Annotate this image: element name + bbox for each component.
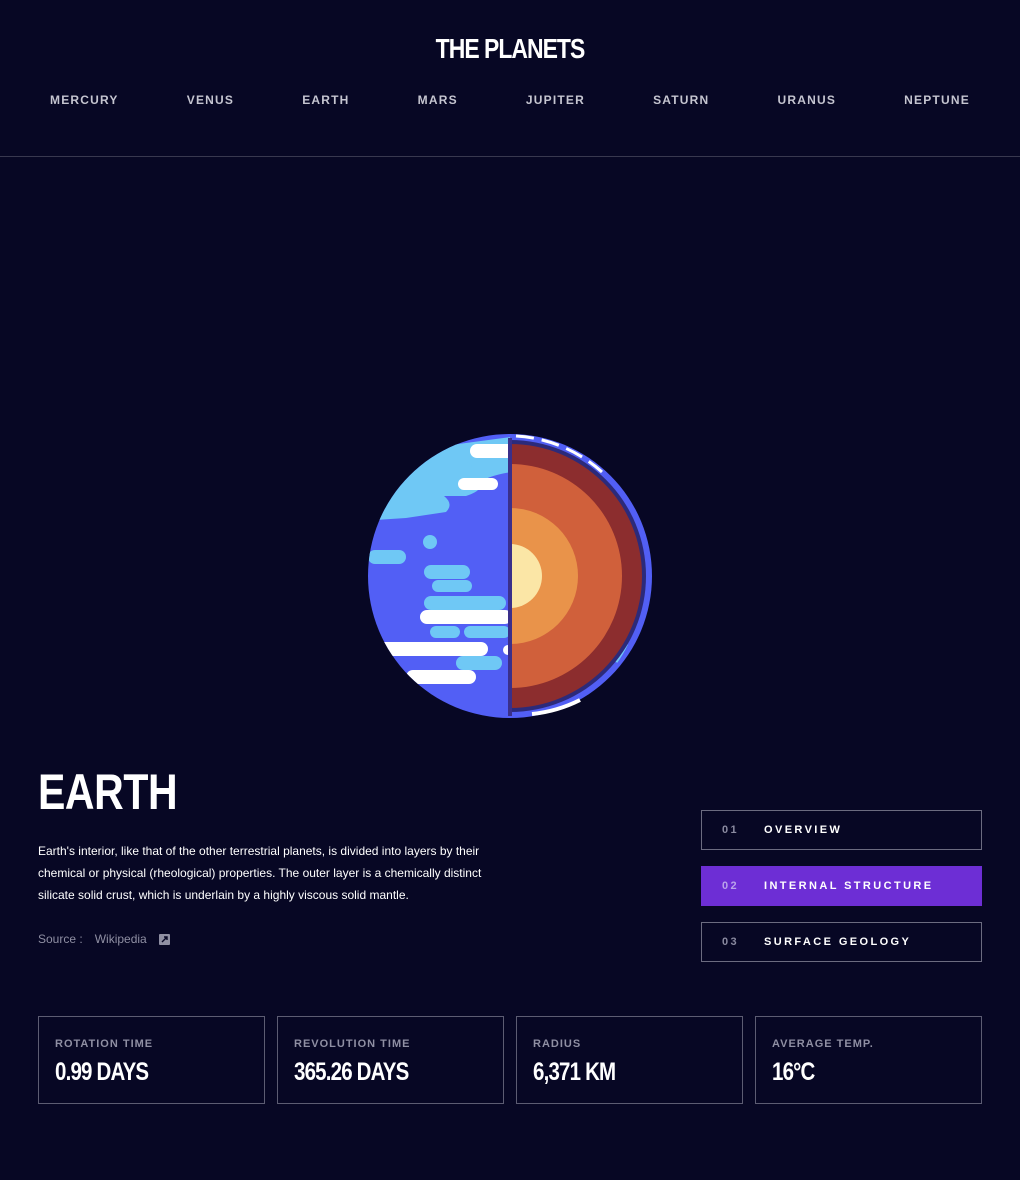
tab-label: SURFACE GEOLOGY <box>764 936 912 948</box>
source-label: Source : <box>38 932 83 946</box>
stat-value: 365.26 DAYS <box>294 1058 409 1086</box>
tab-overview[interactable]: 01 OVERVIEW <box>701 810 982 850</box>
source-line: Source : Wikipedia <box>38 932 488 946</box>
stat-rotation-time: ROTATION TIME 0.99 DAYS <box>38 1016 265 1104</box>
stat-radius: RADIUS 6,371 KM <box>516 1016 743 1104</box>
nav-uranus[interactable]: URANUS <box>778 92 837 108</box>
stat-average-temp: AVERAGE TEMP. 16°C <box>755 1016 982 1104</box>
planet-stats: ROTATION TIME 0.99 DAYS REVOLUTION TIME … <box>38 1016 982 1104</box>
planet-description: Earth's interior, like that of the other… <box>38 844 482 902</box>
planet-nav: MERCURY VENUS EARTH MARS JUPITER SATURN … <box>0 92 1020 108</box>
tab-label: INTERNAL STRUCTURE <box>764 880 934 892</box>
nav-venus[interactable]: VENUS <box>187 92 234 108</box>
planet-internal-structure-illustration <box>366 432 654 720</box>
stat-value: 0.99 DAYS <box>55 1058 149 1086</box>
stat-label: RADIUS <box>533 1038 582 1050</box>
nav-neptune[interactable]: NEPTUNE <box>904 92 970 108</box>
stat-value: 6,371 KM <box>533 1058 616 1086</box>
source-link[interactable]: Wikipedia <box>95 932 147 946</box>
planet-info: EARTH Earth's interior, like that of the… <box>38 762 488 946</box>
stat-label: ROTATION TIME <box>55 1038 154 1050</box>
stat-label: REVOLUTION TIME <box>294 1038 411 1050</box>
nav-jupiter[interactable]: JUPITER <box>526 92 585 108</box>
tab-number: 01 <box>722 824 740 836</box>
nav-mercury[interactable]: MERCURY <box>50 92 119 108</box>
nav-earth[interactable]: EARTH <box>302 92 349 108</box>
tab-internal-structure[interactable]: 02 INTERNAL STRUCTURE <box>701 866 982 906</box>
stat-label: AVERAGE TEMP. <box>772 1038 874 1050</box>
tab-number: 03 <box>722 936 740 948</box>
view-tabs: 01 OVERVIEW 02 INTERNAL STRUCTURE 03 SUR… <box>701 810 982 978</box>
stat-revolution-time: REVOLUTION TIME 365.26 DAYS <box>277 1016 504 1104</box>
tab-surface-geology[interactable]: 03 SURFACE GEOLOGY <box>701 922 982 962</box>
tab-label: OVERVIEW <box>764 824 843 836</box>
stat-value: 16°C <box>772 1058 815 1086</box>
site-header: THE PLANETS MERCURY VENUS EARTH MARS JUP… <box>0 0 1020 157</box>
site-logo[interactable]: THE PLANETS <box>92 0 928 65</box>
nav-saturn[interactable]: SATURN <box>653 92 709 108</box>
planet-title: EARTH <box>38 764 178 820</box>
nav-mars[interactable]: MARS <box>418 92 458 108</box>
tab-number: 02 <box>722 880 740 892</box>
external-link-icon[interactable] <box>158 933 170 945</box>
